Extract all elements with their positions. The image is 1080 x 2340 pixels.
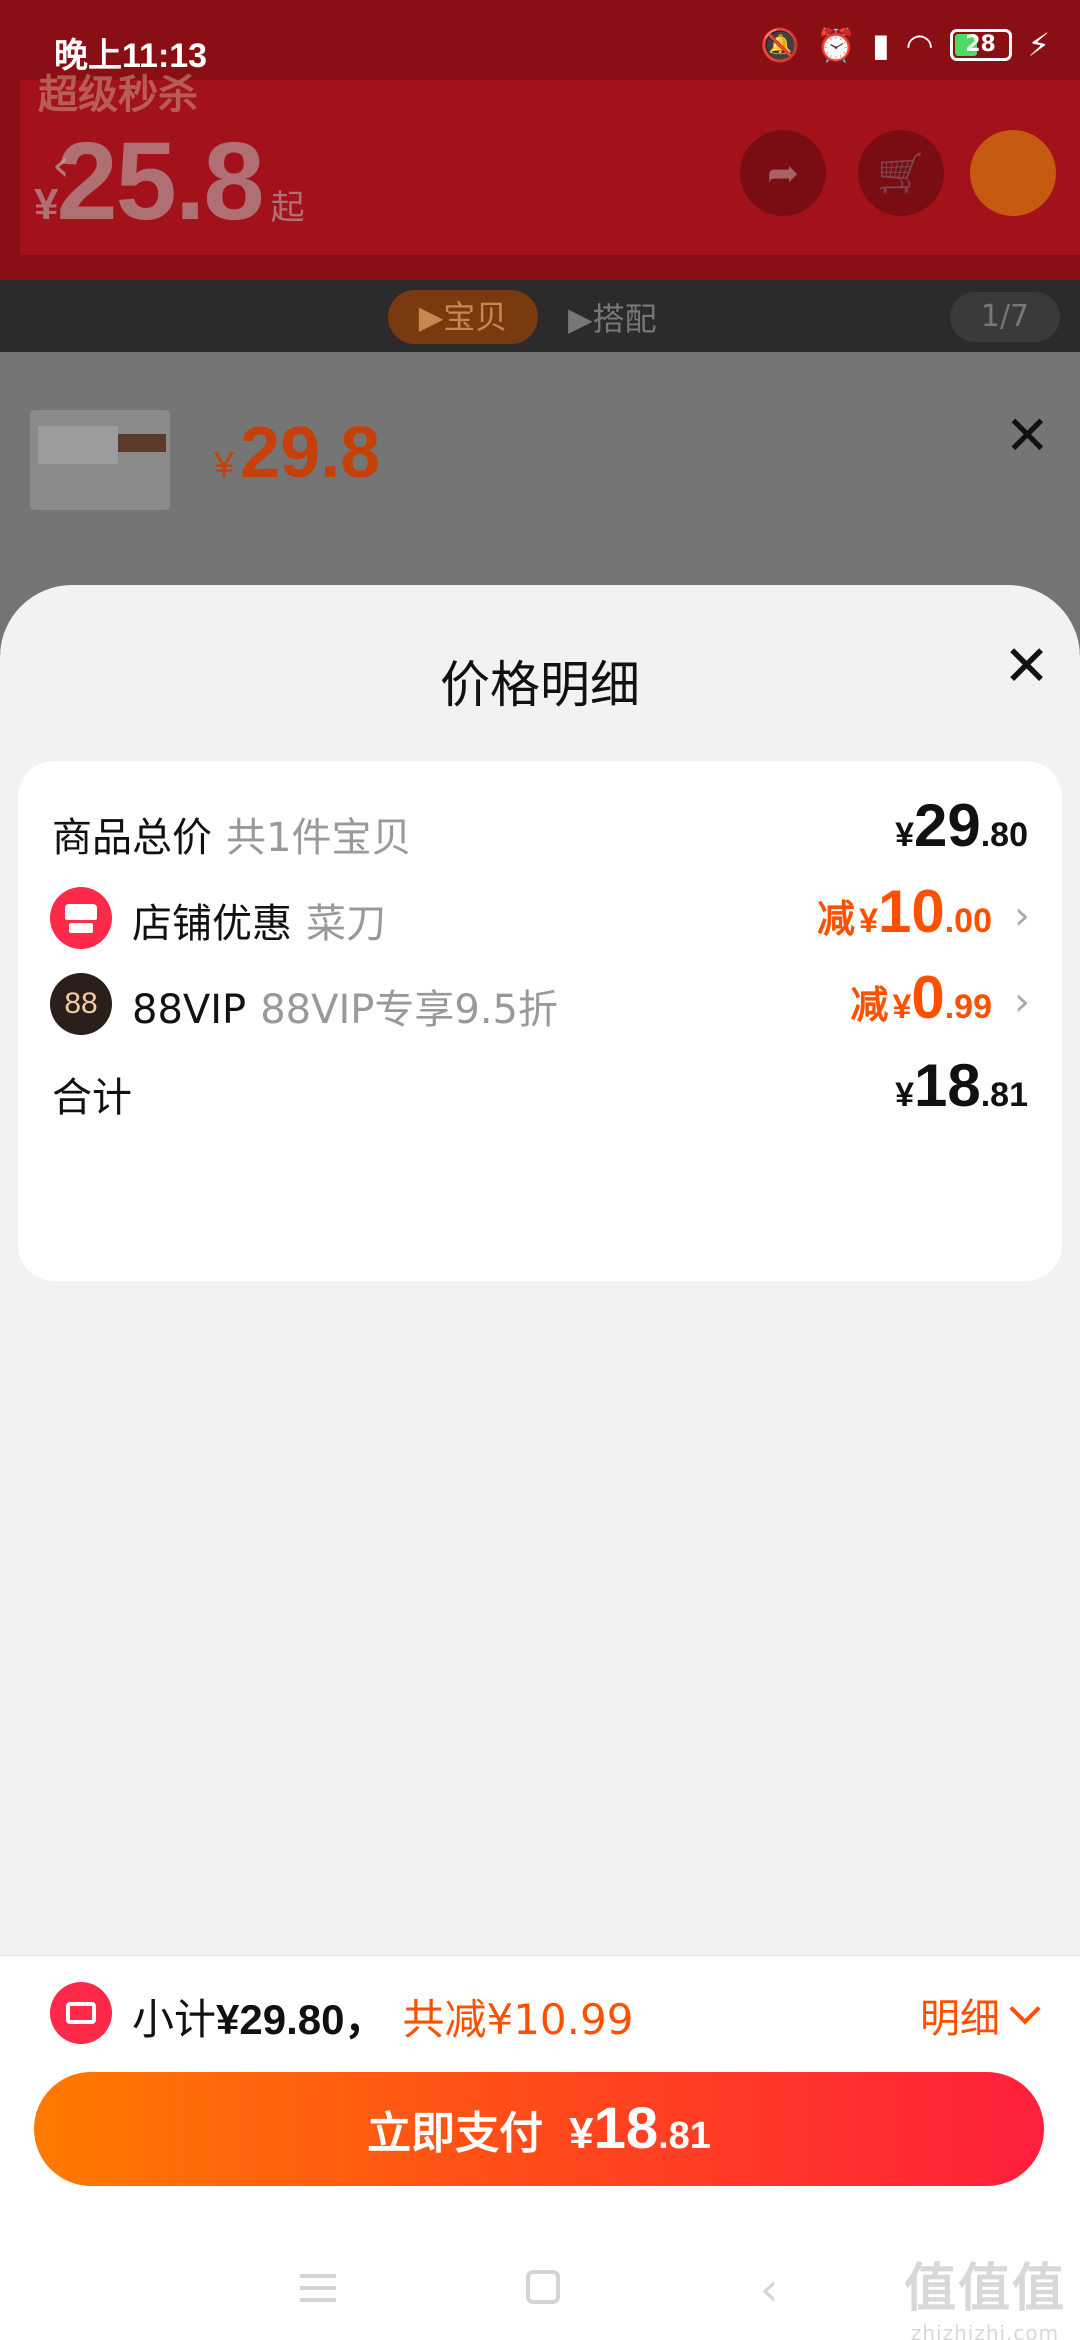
- amount-yen: ¥: [895, 1076, 914, 1114]
- amount-dec: .99: [944, 988, 992, 1026]
- row-subtitle: 共1件宝贝: [226, 815, 412, 861]
- row-amount: ¥18.81: [895, 1051, 1028, 1120]
- ticket-icon: [50, 1982, 112, 2044]
- thumbnail-handle: [118, 434, 166, 452]
- detail-label: 明细: [920, 1996, 1000, 2042]
- row-title: 店铺优惠: [132, 901, 292, 947]
- amount-yen: ¥: [859, 902, 878, 940]
- image-counter: 1/7: [950, 292, 1060, 342]
- subtotal-label: 小计: [132, 1995, 217, 2044]
- wifi-icon: ◠: [905, 26, 934, 64]
- recent-apps-icon[interactable]: [300, 2274, 336, 2302]
- pay-amount: ¥18.81: [569, 2096, 711, 2161]
- hero-price-yen: ¥: [34, 180, 59, 229]
- amount-int: 10: [877, 878, 945, 945]
- shop-awning: [65, 904, 97, 920]
- row-amount: ¥29.80: [895, 791, 1028, 860]
- status-bar: 晚上11:13 🔕 ⏰ ▮ ◠ 28 ⚡: [0, 0, 1080, 96]
- watermark: 值值值 zhizhizhi.com: [904, 2246, 1066, 2340]
- amount-dec: .00: [944, 902, 992, 940]
- hero-price: ¥25.8 起: [34, 118, 305, 245]
- detail-toggle-button[interactable]: 明细: [920, 1986, 1041, 2044]
- row-title: 88VIP: [132, 987, 247, 1033]
- row-amount: 减 ¥10.00: [817, 877, 992, 946]
- row-88vip-discount[interactable]: 88 88VIP 88VIP专享9.5折 减 ¥0.99 ›: [18, 953, 1062, 1053]
- shop-base: [69, 923, 93, 933]
- home-icon[interactable]: [526, 2270, 560, 2304]
- row-subtitle: 88VIP专享9.5折: [260, 987, 558, 1033]
- more-icon: [970, 130, 1056, 216]
- sku-close-icon: ✕: [1004, 404, 1050, 467]
- hero-price-suffix: 起: [270, 189, 305, 227]
- amount-int: 29: [913, 792, 981, 859]
- amount-dec: .81: [980, 1076, 1028, 1114]
- saved-amount: 共减¥10.99: [402, 1995, 634, 2044]
- tab-dapei: ▶搭配: [568, 300, 657, 338]
- price-detail-card: 商品总价 共1件宝贝 ¥29.80 店铺优惠 菜刀 减 ¥10.00 › 88 88V…: [18, 761, 1062, 1281]
- row-title: 合计: [52, 1075, 132, 1121]
- status-icons: 🔕 ⏰ ▮ ◠ 28 ⚡: [760, 26, 1050, 64]
- row-total: 合计 ¥18.81: [18, 1041, 1062, 1141]
- subtotal-summary: 小计¥29.80， 共减¥10.99: [132, 1986, 633, 2047]
- amount-prefix: 减: [850, 983, 889, 1027]
- battery-icon: 28: [949, 29, 1012, 61]
- chevron-right-icon: ›: [1014, 893, 1030, 939]
- battery-level: 28: [965, 32, 996, 57]
- back-icon[interactable]: ‹: [760, 2262, 778, 2316]
- cart-icon: 🛒: [858, 130, 944, 216]
- subtotal-value: ¥29.80，: [216, 1996, 387, 2043]
- row-label: 商品总价 共1件宝贝: [52, 805, 411, 863]
- amount-int: 18: [913, 1052, 981, 1119]
- ticket-shape: [66, 2002, 96, 2024]
- sku-price-yen: ¥: [214, 444, 235, 485]
- tab-baobei: ▶宝贝: [388, 290, 538, 344]
- pay-yen: ¥: [569, 2109, 594, 2158]
- pay-label: 立即支付: [367, 2108, 544, 2159]
- row-amount: 减 ¥0.99: [850, 963, 992, 1032]
- shop-icon: [50, 887, 112, 949]
- signal-icon: ▮: [872, 26, 890, 64]
- amount-dec: .80: [980, 816, 1028, 854]
- row-label: 合计: [52, 1065, 132, 1123]
- chevron-down-icon: [1009, 1993, 1041, 2025]
- status-time: 晚上11:13: [54, 37, 208, 75]
- row-subtitle: 菜刀: [306, 901, 386, 947]
- pay-int: 18: [593, 2096, 659, 2161]
- amount-prefix: 减: [817, 897, 856, 941]
- mute-icon: 🔕: [760, 26, 801, 64]
- charging-icon: ⚡: [1027, 26, 1050, 64]
- amount-yen: ¥: [895, 816, 914, 854]
- watermark-site: zhizhizhi.com: [910, 2321, 1060, 2340]
- share-icon: ➦: [740, 130, 826, 216]
- sheet-title: 价格明细: [440, 656, 640, 714]
- background-tabs: ▶宝贝 ▶搭配 1/7: [0, 280, 1080, 352]
- thumbnail-blade: [38, 426, 118, 464]
- row-label: 88VIP 88VIP专享9.5折: [132, 977, 558, 1035]
- sku-price-value: 29.8: [240, 413, 381, 493]
- hero-price-value: 25.8: [56, 120, 264, 243]
- alarm-icon: ⏰: [816, 26, 856, 64]
- product-thumbnail: [30, 410, 170, 510]
- row-title: 商品总价: [52, 815, 212, 861]
- chevron-right-icon: ›: [1014, 979, 1030, 1025]
- amount-int: 0: [911, 964, 945, 1031]
- sku-price: ¥29.8: [214, 412, 380, 494]
- pay-now-button[interactable]: 立即支付 ¥18.81: [34, 2072, 1044, 2186]
- vip-icon: 88: [50, 973, 112, 1035]
- row-goods-total: 商品总价 共1件宝贝 ¥29.80: [18, 781, 1062, 881]
- close-icon[interactable]: ✕: [1003, 639, 1050, 695]
- row-shop-discount[interactable]: 店铺优惠 菜刀 减 ¥10.00 ›: [18, 867, 1062, 967]
- amount-yen: ¥: [892, 988, 912, 1026]
- watermark-logo: 值值值: [903, 2259, 1066, 2319]
- pay-dec: .81: [658, 2115, 711, 2157]
- row-label: 店铺优惠 菜刀: [132, 891, 386, 949]
